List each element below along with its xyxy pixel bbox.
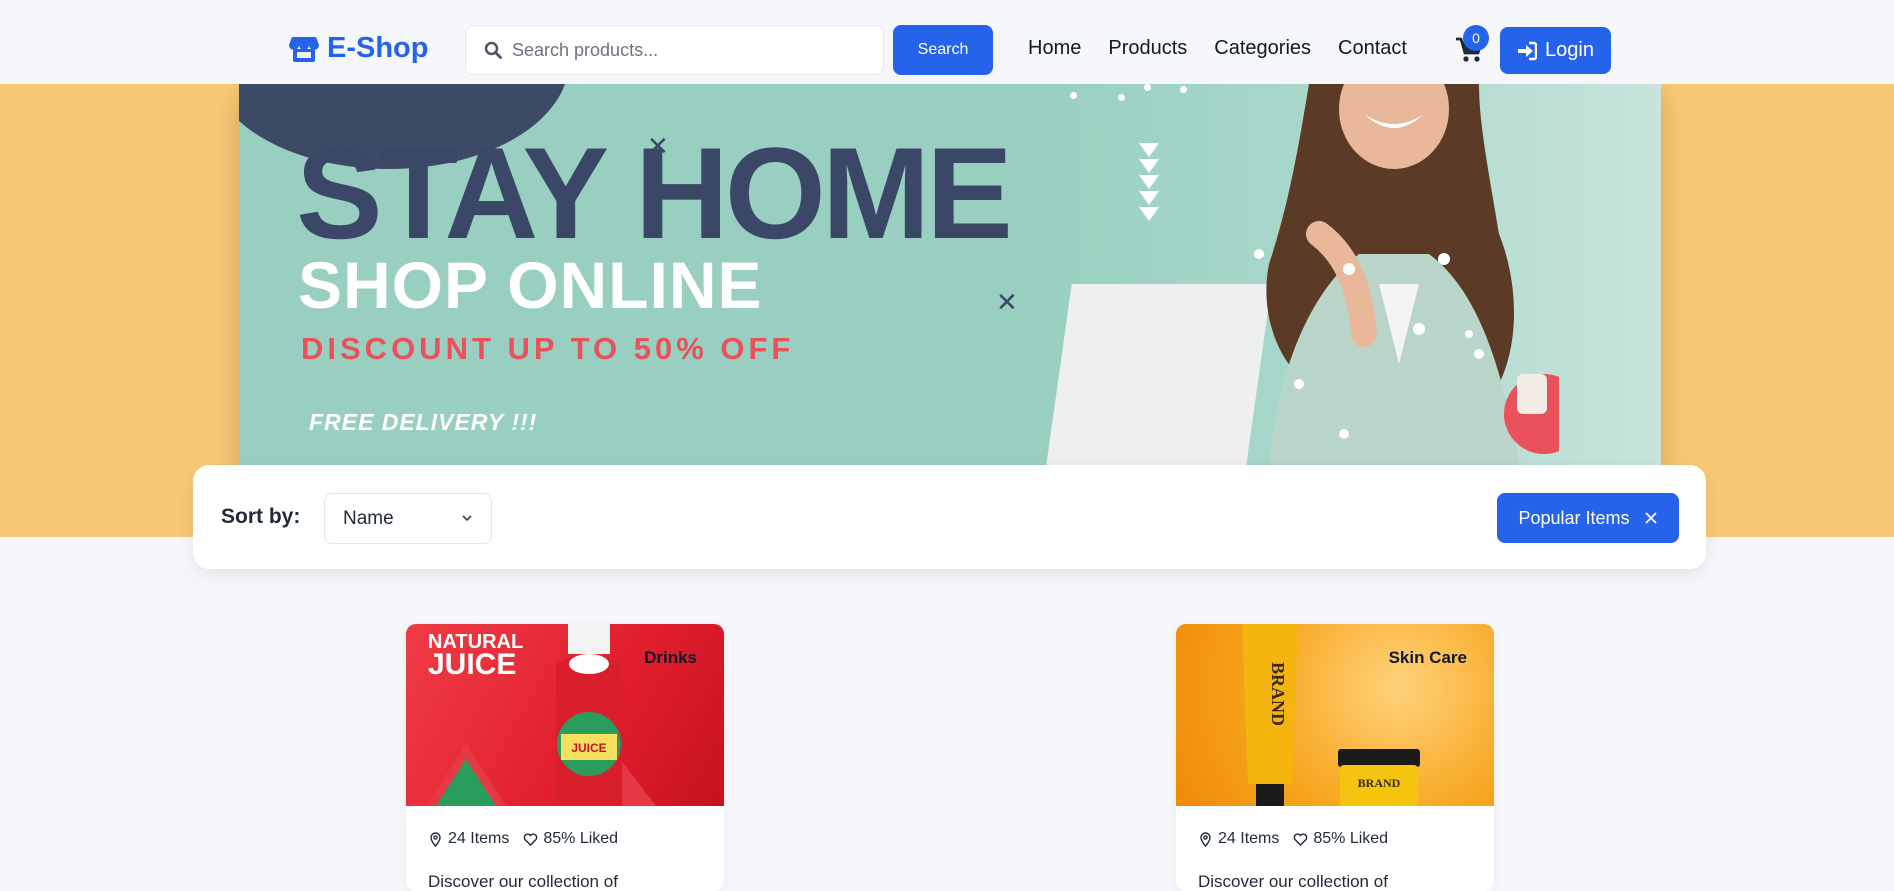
svg-text:JUICE: JUICE — [428, 648, 516, 681]
decor-cross-icon: ✕ — [647, 131, 669, 161]
brand-logo[interactable]: E-Shop — [289, 32, 429, 65]
svg-text:BRAND: BRAND — [1358, 776, 1401, 790]
card-image: NATURAL JUICE JUICE Drinks — [406, 624, 724, 806]
sort-toolbar: Sort by: Name Popular Items — [193, 465, 1706, 569]
nav-link-home[interactable]: Home — [1028, 37, 1081, 60]
banner-delivery: FREE DELIVERY !!! — [309, 409, 538, 435]
shopper-woman-image — [1254, 84, 1559, 465]
card-items-count: 24 Items — [1218, 830, 1280, 847]
card-description: Discover our collection of — [428, 872, 618, 891]
search-box — [465, 25, 884, 75]
chevron-down-icon — [462, 515, 472, 522]
location-pin-icon — [430, 831, 441, 847]
store-icon — [289, 36, 319, 62]
svg-text:BRAND: BRAND — [1268, 662, 1288, 726]
card-image: BRAND BRAND Skin Care — [1176, 624, 1494, 806]
sort-select[interactable]: Name — [324, 493, 492, 544]
close-icon[interactable] — [1644, 511, 1658, 525]
banner-discount: DISCOUNT UP TO 50% OFF — [301, 331, 795, 366]
sign-in-icon — [1518, 41, 1538, 60]
search-icon — [484, 41, 502, 59]
sort-selected-value: Name — [343, 507, 394, 529]
decor-dot — [1070, 92, 1077, 99]
card-liked: 85% Liked — [543, 830, 619, 847]
banner-subheadline: SHOP ONLINE — [298, 248, 763, 322]
decor-dot — [1144, 84, 1151, 91]
card-category: Drinks — [644, 648, 697, 667]
card-meta: 24 Items 85% Liked — [1198, 830, 1388, 848]
login-label: Login — [1545, 39, 1594, 61]
brand-name: E-Shop — [327, 32, 429, 64]
cart-count-badge: 0 — [1463, 25, 1489, 51]
search-button[interactable]: Search — [893, 25, 993, 75]
heart-icon — [1294, 832, 1308, 846]
nav-link-categories[interactable]: Categories — [1214, 37, 1311, 60]
decor-triangles — [1139, 143, 1159, 223]
popular-items-filter-chip[interactable]: Popular Items — [1497, 493, 1679, 543]
location-pin-icon — [1200, 831, 1211, 847]
heart-icon — [524, 832, 538, 846]
category-card-drinks[interactable]: NATURAL JUICE JUICE Drinks 24 Items 85% … — [406, 624, 724, 891]
nav-link-contact[interactable]: Contact — [1338, 37, 1407, 60]
card-meta: 24 Items 85% Liked — [428, 830, 618, 848]
nav-link-products[interactable]: Products — [1108, 37, 1187, 60]
svg-text:JUICE: JUICE — [571, 741, 606, 755]
decor-dot — [1118, 94, 1125, 101]
card-category: Skin Care — [1388, 648, 1467, 667]
main-nav: Home Products Categories Contact — [1028, 37, 1434, 60]
promo-banner[interactable]: STAY HOME SHOP ONLINE DISCOUNT UP TO 50%… — [239, 84, 1661, 465]
login-button[interactable]: Login — [1500, 27, 1611, 74]
navbar: E-Shop Search Home Products Categories C… — [0, 0, 1894, 84]
card-description: Discover our collection of — [1198, 872, 1388, 891]
decor-cross-icon: ✕ — [996, 287, 1018, 317]
search-input[interactable] — [512, 39, 852, 61]
sort-label: Sort by: — [221, 505, 301, 528]
category-card-skin-care[interactable]: BRAND BRAND Skin Care 24 Items 85% Liked… — [1176, 624, 1494, 891]
card-items-count: 24 Items — [448, 830, 510, 847]
decor-dot — [1180, 86, 1187, 93]
filter-chip-label: Popular Items — [1518, 507, 1630, 528]
card-liked: 85% Liked — [1313, 830, 1389, 847]
